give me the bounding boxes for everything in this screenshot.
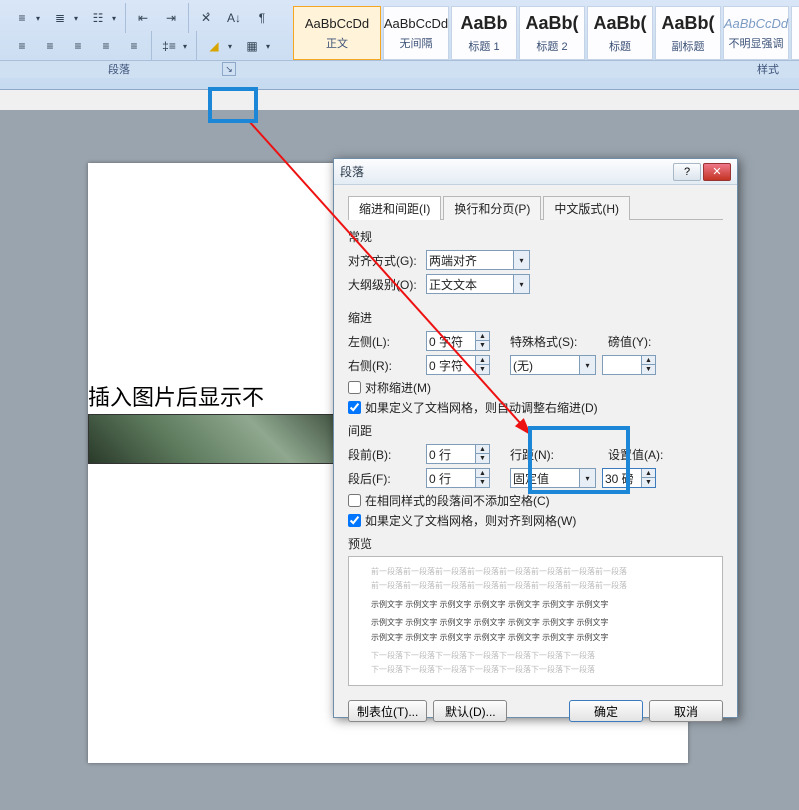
- style-chip[interactable]: AaBbCcDd不明显强调: [723, 6, 789, 60]
- special-dropdown-icon[interactable]: ▾: [580, 355, 596, 375]
- numbering-btn[interactable]: ≣: [47, 7, 73, 29]
- at-label: 设置值(A):: [608, 446, 670, 463]
- shading-btn[interactable]: ◢: [201, 35, 227, 57]
- help-button[interactable]: ?: [673, 163, 701, 181]
- left-indent-label: 左侧(L):: [348, 333, 426, 350]
- section-spacing: 间距: [348, 422, 723, 439]
- right-indent-spinner[interactable]: 0 字符▲▼: [426, 355, 490, 375]
- outline-dropdown-icon[interactable]: ▾: [514, 274, 530, 294]
- show-marks-btn[interactable]: ¶: [249, 7, 275, 29]
- ribbon: ≡▾ ≣▾ ☷▾ ⇤ ⇥ ✕̂ A↓ ¶ ≡ ≡ ≡ ≡ ≡ ‡≡▾ ◢▾: [0, 0, 799, 90]
- sort-btn[interactable]: A↓: [221, 7, 247, 29]
- line-spacing-btn[interactable]: ‡≡: [156, 35, 182, 57]
- line-spacing-dropdown-icon[interactable]: ▾: [580, 468, 596, 488]
- section-indent: 缩进: [348, 309, 723, 326]
- inserted-image: [88, 414, 348, 464]
- style-chip[interactable]: AaBb(强调: [791, 6, 799, 60]
- increase-indent-btn[interactable]: ⇥: [158, 7, 184, 29]
- after-label: 段后(F):: [348, 470, 426, 487]
- dialog-title: 段落: [340, 163, 671, 180]
- bullets-btn[interactable]: ≡: [9, 7, 35, 29]
- align-left-btn[interactable]: ≡: [9, 35, 35, 57]
- alignment-select[interactable]: 两端对齐: [426, 250, 514, 270]
- before-label: 段前(B):: [348, 446, 426, 463]
- line-spacing-select[interactable]: 固定值: [510, 468, 580, 488]
- doc-text: 插入图片后显示不: [88, 380, 264, 412]
- dialog-tabs: 缩进和间距(I) 换行和分页(P) 中文版式(H): [348, 195, 723, 220]
- align-right-btn[interactable]: ≡: [65, 35, 91, 57]
- no-space-checkbox[interactable]: [348, 494, 361, 507]
- style-chip[interactable]: AaBbCcDd正文: [293, 6, 381, 60]
- snap-grid-checkbox[interactable]: [348, 514, 361, 527]
- decrease-indent-btn[interactable]: ⇤: [130, 7, 156, 29]
- auto-indent-checkbox[interactable]: [348, 401, 361, 414]
- style-chip[interactable]: AaBb(副标题: [655, 6, 721, 60]
- outline-select[interactable]: 正文文本: [426, 274, 514, 294]
- special-by-spinner[interactable]: ▲▼: [602, 355, 656, 375]
- right-indent-label: 右侧(R):: [348, 357, 426, 374]
- style-chip[interactable]: AaBbCcDd无间隔: [383, 6, 449, 60]
- paragraph-dialog-launcher[interactable]: ↘: [222, 62, 236, 76]
- styles-gallery[interactable]: AaBbCcDd正文AaBbCcDd无间隔AaBb标题 1AaBb(标题 2Aa…: [292, 4, 799, 62]
- asian-layout-btn[interactable]: ✕̂: [193, 7, 219, 29]
- paragraph-dialog: 段落 ? ✕ 缩进和间距(I) 换行和分页(P) 中文版式(H) 常规 对齐方式…: [333, 158, 738, 718]
- tab-line-page-breaks[interactable]: 换行和分页(P): [443, 196, 541, 220]
- distribute-btn[interactable]: ≡: [121, 35, 147, 57]
- align-justify-btn[interactable]: ≡: [93, 35, 119, 57]
- tabs-button[interactable]: 制表位(T)...: [348, 700, 427, 722]
- close-button[interactable]: ✕: [703, 163, 731, 181]
- borders-btn[interactable]: ▦: [239, 35, 265, 57]
- default-button[interactable]: 默认(D)...: [433, 700, 507, 722]
- at-spinner[interactable]: 30 磅▲▼: [602, 468, 656, 488]
- before-spinner[interactable]: 0 行▲▼: [426, 444, 490, 464]
- special-label: 特殊格式(S):: [510, 333, 594, 350]
- styles-group-label: 样式: [238, 61, 799, 78]
- section-preview: 预览: [348, 535, 723, 552]
- section-general: 常规: [348, 228, 723, 245]
- preview-box: 前一段落前一段落前一段落前一段落前一段落前一段落前一段落前一段落 前一段落前一段…: [348, 556, 723, 686]
- align-center-btn[interactable]: ≡: [37, 35, 63, 57]
- special-select[interactable]: (无): [510, 355, 580, 375]
- dialog-titlebar: 段落 ? ✕: [334, 159, 737, 185]
- tab-indent-spacing[interactable]: 缩进和间距(I): [348, 196, 441, 220]
- special-by-label: 磅值(Y):: [608, 333, 670, 350]
- after-spinner[interactable]: 0 行▲▼: [426, 468, 490, 488]
- multilevel-btn[interactable]: ☷: [85, 7, 111, 29]
- mirror-indent-checkbox[interactable]: [348, 381, 361, 394]
- alignment-dropdown-icon[interactable]: ▾: [514, 250, 530, 270]
- ok-button[interactable]: 确定: [569, 700, 643, 722]
- ribbon-group-bar: 段落 ↘ 样式: [0, 60, 799, 78]
- cancel-button[interactable]: 取消: [649, 700, 723, 722]
- line-spacing-label: 行距(N):: [510, 446, 594, 463]
- paragraph-group-label: 段落 ↘: [0, 61, 238, 78]
- style-chip[interactable]: AaBb(标题: [587, 6, 653, 60]
- style-chip[interactable]: AaBb标题 1: [451, 6, 517, 60]
- left-indent-spinner[interactable]: 0 字符▲▼: [426, 331, 490, 351]
- alignment-label: 对齐方式(G):: [348, 252, 426, 269]
- style-chip[interactable]: AaBb(标题 2: [519, 6, 585, 60]
- outline-label: 大纲级别(O):: [348, 276, 426, 293]
- tab-asian-typography[interactable]: 中文版式(H): [543, 196, 630, 220]
